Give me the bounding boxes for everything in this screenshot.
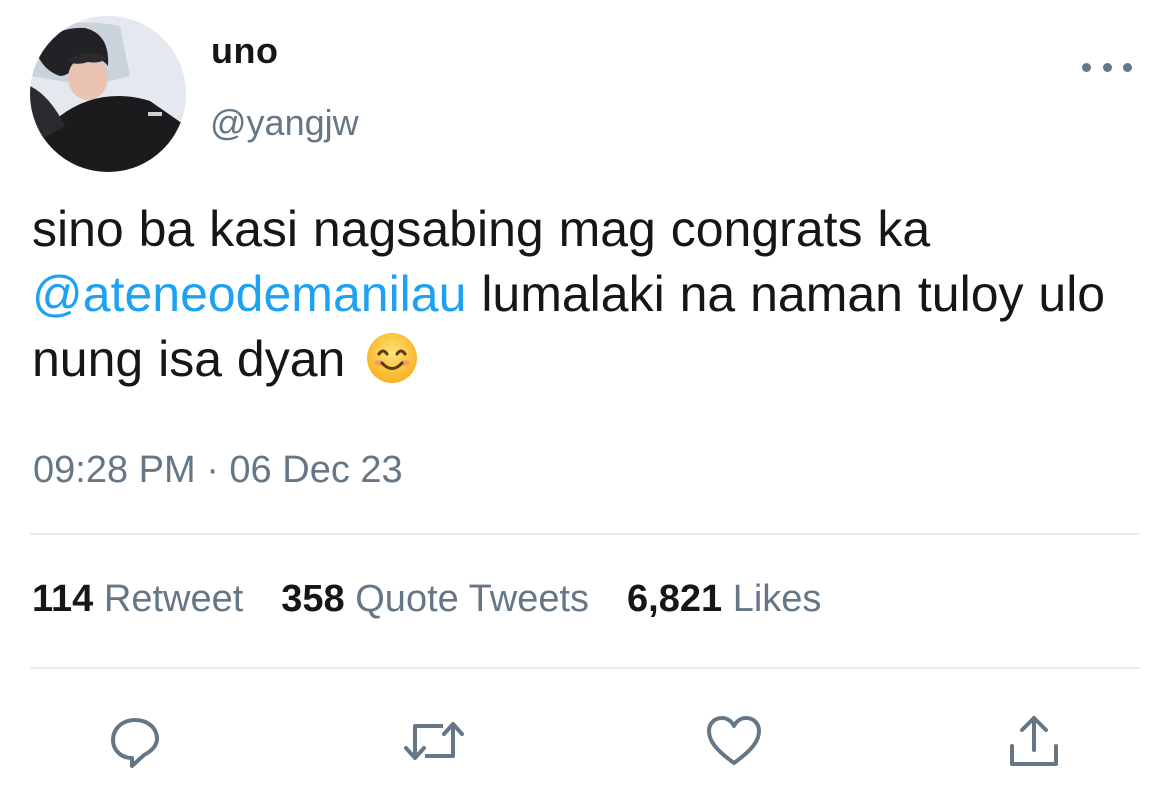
retweet-stat[interactable]: 114 Retweet (32, 578, 243, 621)
avatar-photo (30, 16, 186, 172)
stat-label: Retweet (103, 578, 244, 620)
likes-stat[interactable]: 6,821 Likes (627, 578, 821, 621)
tweet-stats: 114 Retweet 358 Quote Tweets 6,821 Likes (32, 578, 859, 621)
stat-count: 6,821 (627, 578, 723, 620)
tweet-actions (0, 710, 1170, 770)
more-options-icon[interactable] (1082, 50, 1132, 84)
stat-label: Likes (732, 578, 822, 620)
divider (30, 667, 1140, 669)
reply-icon[interactable] (104, 710, 166, 772)
retweet-icon[interactable] (403, 710, 465, 772)
stat-count: 114 (32, 578, 94, 620)
tweet-timestamp[interactable]: 09:28 PM · 06 Dec 23 (33, 449, 403, 492)
quote-tweets-stat[interactable]: 358 Quote Tweets (281, 578, 589, 621)
share-icon[interactable] (1003, 710, 1065, 772)
divider (30, 533, 1140, 535)
avatar[interactable] (30, 16, 186, 172)
tweet-text: sino ba kasi nagsabing mag congrats ka @… (32, 197, 1152, 400)
display-name[interactable]: uno (211, 30, 278, 72)
like-icon[interactable] (703, 710, 765, 772)
more-dot (1123, 62, 1132, 72)
more-dot (1102, 62, 1112, 72)
user-handle[interactable]: @yangjw (210, 102, 359, 144)
mention-link[interactable]: @ateneodemanilau (32, 266, 466, 322)
stat-label: Quote Tweets (355, 578, 590, 620)
stat-count: 358 (281, 578, 345, 620)
smiling-face-emoji (366, 332, 418, 400)
tweet-text-part: sino ba kasi nagsabing mag congrats ka (32, 201, 931, 257)
more-dot (1082, 62, 1091, 72)
